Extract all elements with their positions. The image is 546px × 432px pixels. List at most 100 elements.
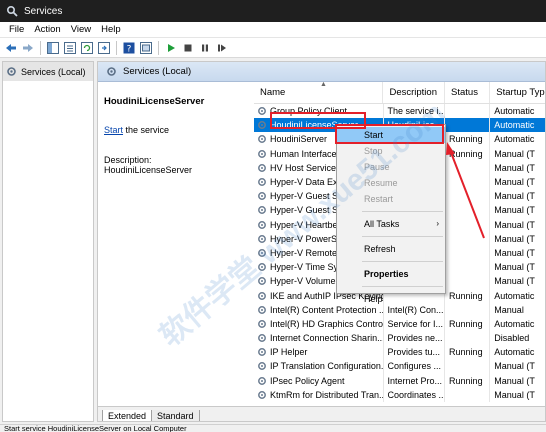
- nav-item-services-local[interactable]: Services (Local): [3, 62, 93, 81]
- context-menu-all-tasks-label: All Tasks: [364, 219, 400, 229]
- service-gear-icon: [258, 192, 266, 201]
- service-startup-type: Automatic: [489, 132, 545, 147]
- tab-standard[interactable]: Standard: [152, 410, 200, 421]
- service-status: [444, 387, 489, 402]
- table-row[interactable]: Internet Connection Sharin... Provides ne…: [254, 331, 545, 346]
- table-row[interactable]: Intel(R) HD Graphics Contro... Service fo…: [254, 316, 545, 331]
- service-status: [444, 302, 489, 317]
- menu-file[interactable]: File: [4, 24, 29, 35]
- show-hide-tree-button[interactable]: [45, 40, 61, 56]
- service-status: [444, 331, 489, 346]
- service-status: [444, 104, 489, 119]
- service-name: Human Interface: [270, 148, 337, 159]
- description-value: HoudiniLicenseServer: [104, 165, 193, 175]
- list-icon: [64, 41, 76, 54]
- sort-ascending-icon: ▲: [320, 82, 327, 88]
- context-menu-refresh[interactable]: Refresh: [337, 241, 445, 257]
- menu-bar: File Action View Help: [0, 22, 546, 38]
- service-name: IPsec Policy Agent: [270, 375, 345, 386]
- service-gear-icon: [258, 305, 266, 314]
- service-name: Hyper-V Volume: [270, 276, 336, 287]
- context-menu-all-tasks[interactable]: All Tasks ›: [337, 216, 445, 232]
- service-startup-type: Manual (T: [489, 217, 545, 232]
- context-menu-stop[interactable]: Stop: [337, 143, 445, 159]
- forward-arrow-icon: [23, 43, 33, 52]
- service-startup-type: Manual (T: [489, 203, 545, 218]
- service-status: [444, 359, 489, 374]
- export-list-button[interactable]: [96, 40, 112, 56]
- refresh-button[interactable]: [79, 40, 95, 56]
- service-status: [444, 274, 489, 289]
- service-name: Hyper-V Time Sy: [270, 262, 339, 273]
- context-menu-restart[interactable]: Restart: [337, 191, 445, 207]
- help-button[interactable]: ?: [121, 40, 137, 56]
- service-startup-type: Disabled: [489, 331, 545, 346]
- table-row[interactable]: IP Translation Configuration... Configure…: [254, 359, 545, 374]
- service-startup-type: Manual (T: [489, 189, 545, 204]
- column-header-status[interactable]: Status: [444, 82, 489, 103]
- pause-service-button[interactable]: [197, 40, 213, 56]
- service-name-cell: KtmRm for Distributed Tran...: [254, 388, 383, 402]
- service-status: [444, 217, 489, 232]
- table-row[interactable]: IPsec Policy Agent Internet Pro... Running…: [254, 373, 545, 388]
- service-name: IP Helper: [270, 347, 308, 358]
- menu-help[interactable]: Help: [96, 24, 126, 35]
- service-startup-type: Manual (T: [489, 231, 545, 246]
- column-header-startup-type[interactable]: Startup Typ: [489, 82, 545, 103]
- play-icon: [168, 43, 175, 52]
- service-status: Running: [444, 146, 489, 161]
- menu-view[interactable]: View: [66, 24, 96, 35]
- service-status: [444, 160, 489, 175]
- table-row[interactable]: KtmRm for Distributed Tran... Coordinates…: [254, 387, 545, 402]
- stop-service-button[interactable]: [180, 40, 196, 56]
- menu-action[interactable]: Action: [29, 24, 65, 35]
- service-name: Hyper-V Data Ex: [270, 177, 338, 188]
- status-bar: Start service HoudiniLicenseServer on Lo…: [0, 424, 546, 432]
- context-menu-help[interactable]: Help: [337, 291, 445, 307]
- service-startup-type: Manual (T: [489, 245, 545, 261]
- service-description: Coordinates ...: [382, 387, 444, 402]
- service-status: Running: [444, 373, 489, 388]
- service-name-cell: Intel(R) HD Graphics Contro...: [254, 317, 383, 331]
- start-service-link[interactable]: Start: [104, 125, 123, 135]
- service-startup-type: Manual (T: [489, 260, 545, 275]
- service-name-cell: IPsec Policy Agent: [254, 374, 383, 388]
- properties-button[interactable]: [138, 40, 154, 56]
- table-row[interactable]: IP Helper Provides tu... Running Automatic: [254, 345, 545, 360]
- service-action: Start the service: [104, 125, 248, 135]
- service-status: Running: [444, 345, 489, 360]
- column-header-description[interactable]: Description: [382, 82, 444, 103]
- forward-button[interactable]: [20, 40, 36, 56]
- context-menu-resume[interactable]: Resume: [337, 175, 445, 191]
- tab-extended[interactable]: Extended: [102, 410, 153, 421]
- service-description: Internet Pro...: [382, 373, 445, 388]
- service-status: [444, 118, 489, 133]
- refresh-icon: [81, 41, 93, 54]
- service-description: Provides ne...: [382, 331, 445, 346]
- properties-icon: [140, 41, 152, 54]
- service-gear-icon: [258, 178, 266, 186]
- highlight-box-start-item: [335, 124, 444, 144]
- service-startup-type: Manual (T: [489, 359, 545, 374]
- service-gear-icon: [258, 362, 266, 371]
- service-status: [444, 174, 489, 190]
- toolbar: ?: [0, 38, 546, 58]
- service-name-cell: IP Helper: [254, 345, 383, 359]
- service-startup-type: Manual: [489, 302, 545, 317]
- context-menu: Start Stop Pause Resume Restart All Task…: [336, 124, 446, 304]
- start-service-button[interactable]: [163, 40, 179, 56]
- toolbar-separator: [158, 40, 159, 55]
- service-name: Hyper-V Guest S: [270, 205, 339, 216]
- services-icon: [107, 67, 116, 76]
- up-level-button[interactable]: [62, 40, 78, 56]
- restart-service-button[interactable]: [214, 40, 230, 56]
- context-menu-properties[interactable]: Properties: [337, 266, 445, 282]
- list-header: ▲ Name Description Status Startup Typ: [254, 82, 545, 104]
- service-startup-type: Manual (T: [489, 160, 545, 175]
- service-name: Hyper-V Guest S: [270, 191, 339, 202]
- back-button[interactable]: [3, 40, 19, 56]
- service-startup-type: Automatic: [489, 288, 545, 303]
- restart-icon: [218, 44, 226, 51]
- column-header-name[interactable]: Name: [254, 82, 382, 103]
- context-menu-pause[interactable]: Pause: [337, 159, 445, 175]
